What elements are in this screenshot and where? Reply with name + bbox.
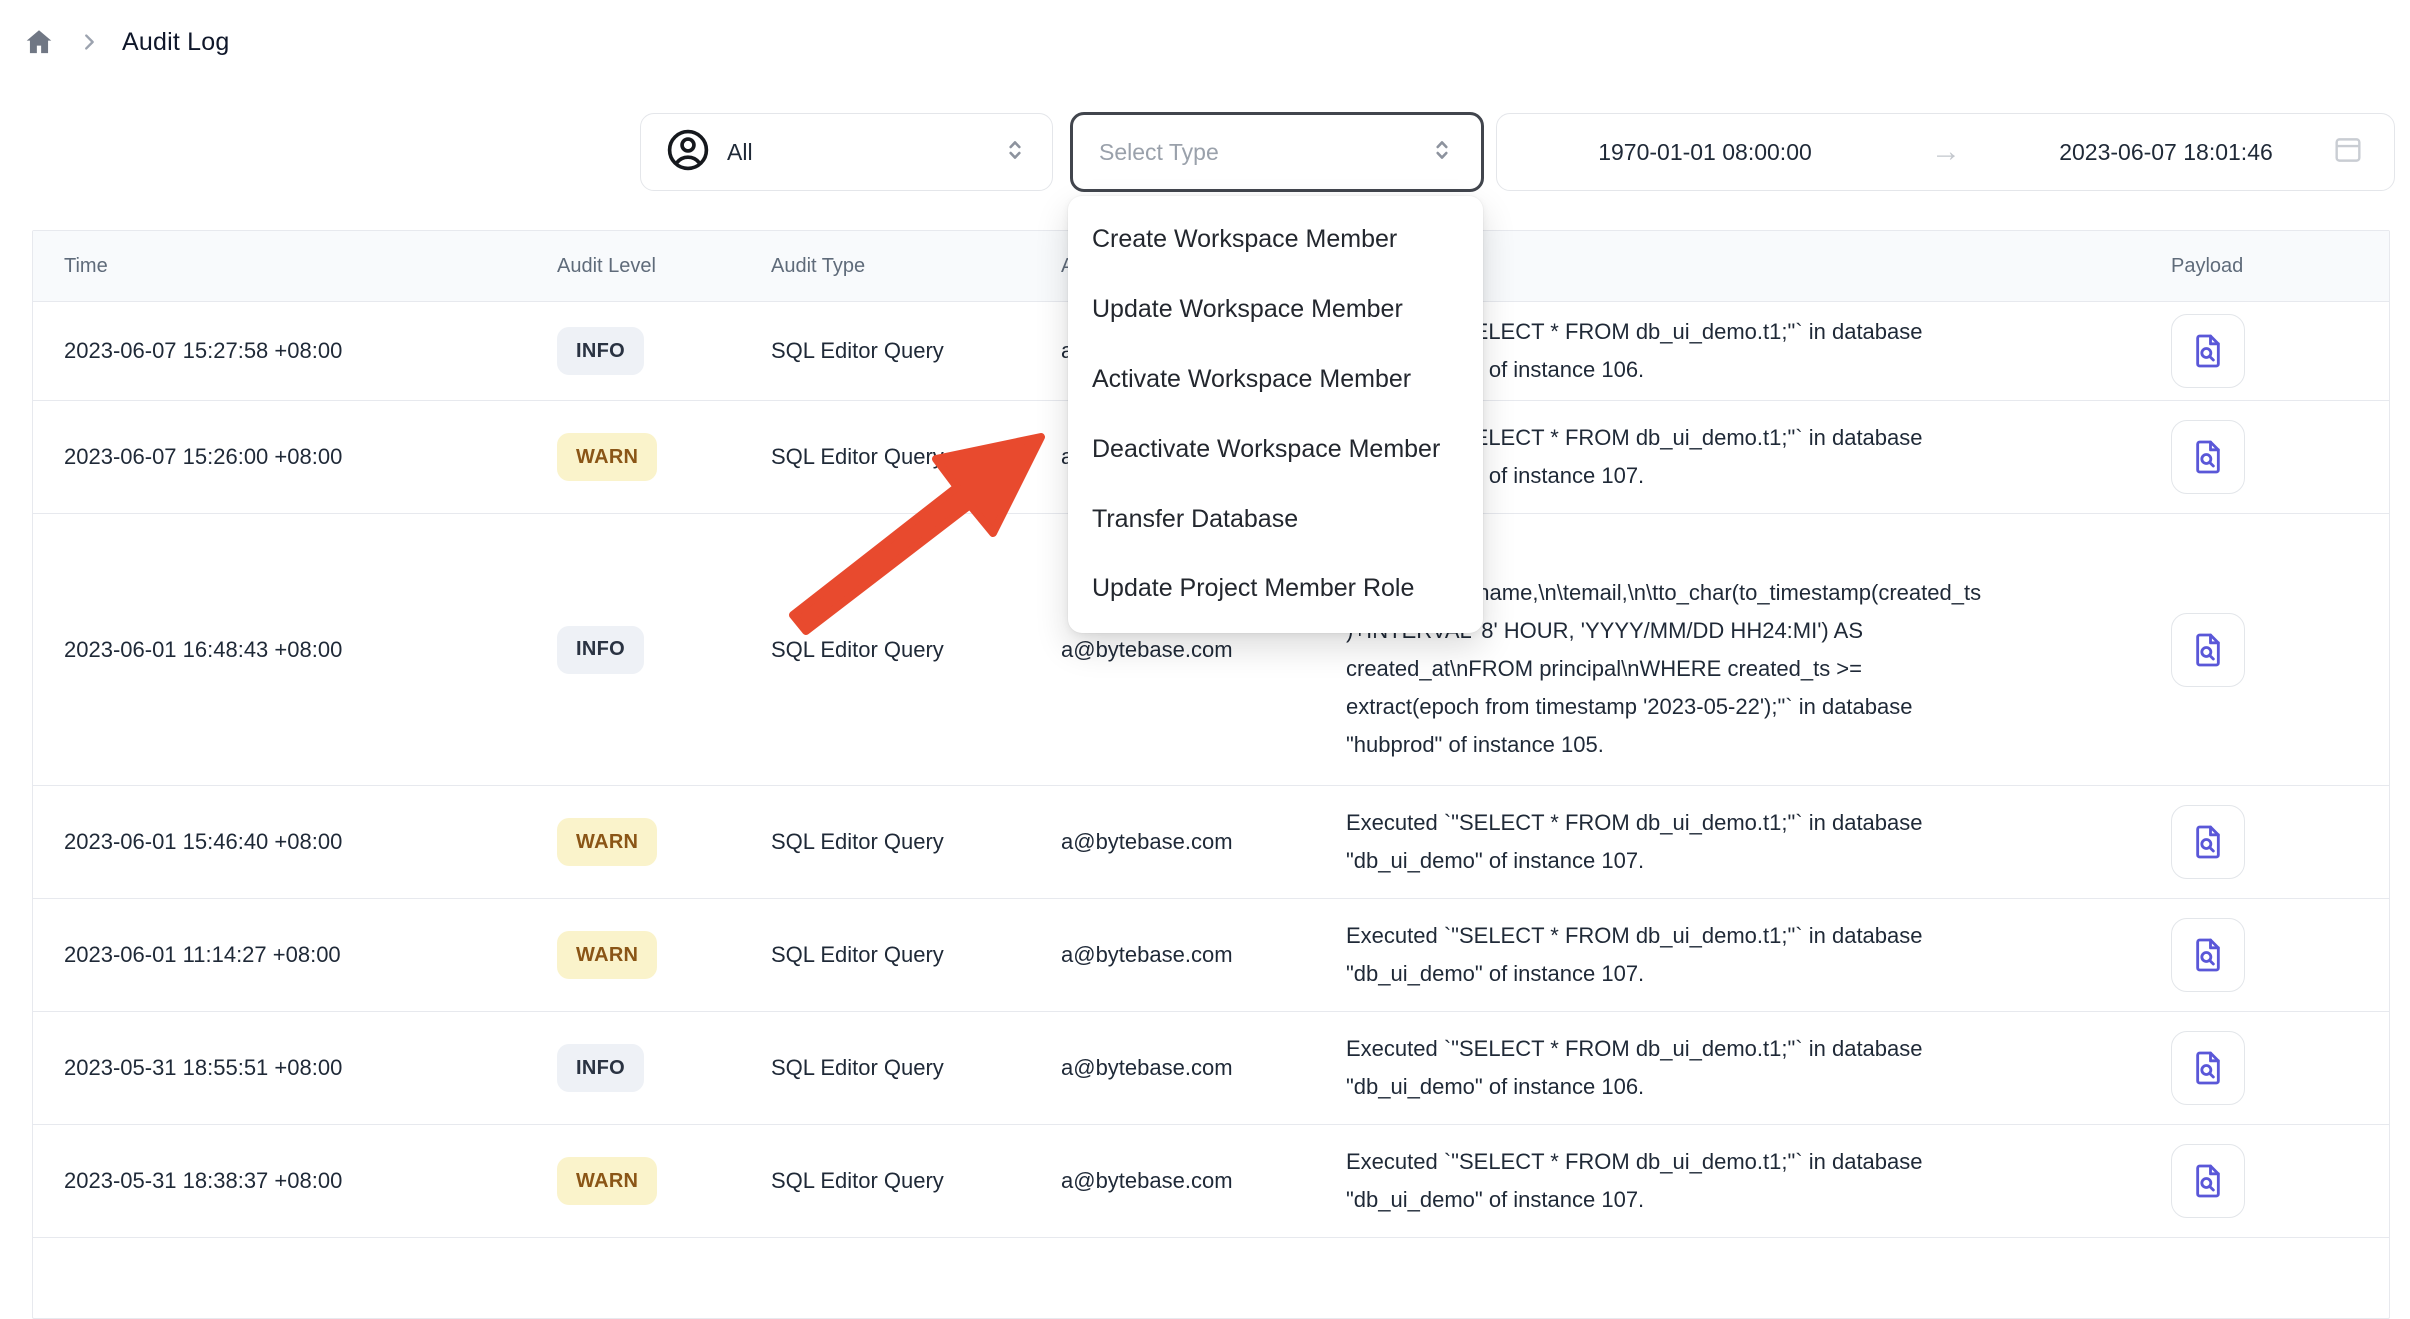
cell-time: 2023-06-07 15:27:58 +08:00 <box>33 338 551 364</box>
file-search-icon <box>2188 436 2228 478</box>
cell-type: SQL Editor Query <box>766 338 1056 364</box>
cell-level: WARN <box>551 818 766 866</box>
range-arrow-icon: → <box>1891 135 2001 169</box>
filter-bar: All Select Type 1970-01-01 08:00:00 → 20… <box>0 112 2410 192</box>
cell-comment: Executed `"SELECT * FROM db_ui_demo.t1;"… <box>1341 1030 1991 1106</box>
cell-payload <box>2141 420 2389 494</box>
file-search-icon <box>2188 1047 2228 1089</box>
date-range-start[interactable]: 1970-01-01 08:00:00 <box>1519 139 1891 166</box>
cell-actor: a@bytebase.com <box>1056 637 1341 663</box>
view-payload-button[interactable] <box>2171 1144 2245 1218</box>
cell-level: WARN <box>551 433 766 481</box>
cell-level: INFO <box>551 327 766 375</box>
home-icon[interactable] <box>22 26 56 58</box>
chevron-updown-icon <box>1002 135 1028 170</box>
audit-level-badge: WARN <box>557 818 657 866</box>
date-range-end[interactable]: 2023-06-07 18:01:46 <box>2001 139 2331 166</box>
file-search-icon <box>2188 821 2228 863</box>
cell-payload <box>2141 314 2389 388</box>
cell-type: SQL Editor Query <box>766 829 1056 855</box>
view-payload-button[interactable] <box>2171 918 2245 992</box>
actor-filter-select[interactable]: All <box>640 113 1053 191</box>
chevron-updown-icon <box>1429 135 1455 170</box>
cell-actor: a@bytebase.com <box>1056 1055 1341 1081</box>
cell-actor: a@bytebase.com <box>1056 829 1341 855</box>
table-row: 2023-05-31 18:38:37 +08:00 WARN SQL Edit… <box>33 1125 2389 1238</box>
cell-payload <box>2141 805 2389 879</box>
page-title: Audit Log <box>122 28 229 57</box>
calendar-icon <box>2331 133 2365 172</box>
cell-actor: a@bytebase.com <box>1056 1168 1341 1194</box>
cell-comment: Executed `"SELECT * FROM db_ui_demo.t1;"… <box>1341 917 1991 993</box>
cell-actor: a@bytebase.com <box>1056 942 1341 968</box>
cell-comment: Executed `"SELECT * FROM db_ui_demo.t1;"… <box>1341 1143 1991 1219</box>
date-range-picker[interactable]: 1970-01-01 08:00:00 → 2023-06-07 18:01:4… <box>1496 113 2395 191</box>
type-option[interactable]: Update Workspace Member <box>1068 275 1483 345</box>
table-row: 2023-05-31 18:55:51 +08:00 INFO SQL Edit… <box>33 1012 2389 1125</box>
type-filter-placeholder: Select Type <box>1099 139 1429 166</box>
cell-time: 2023-05-31 18:38:37 +08:00 <box>33 1168 551 1194</box>
user-circle-icon <box>665 127 711 178</box>
table-row: 2023-06-01 11:14:27 +08:00 WARN SQL Edit… <box>33 899 2389 1012</box>
cell-time: 2023-06-07 15:26:00 +08:00 <box>33 444 551 470</box>
view-payload-button[interactable] <box>2171 805 2245 879</box>
cell-level: WARN <box>551 931 766 979</box>
col-header-level: Audit Level <box>551 255 766 278</box>
cell-type: SQL Editor Query <box>766 1168 1056 1194</box>
view-payload-button[interactable] <box>2171 613 2245 687</box>
file-search-icon <box>2188 629 2228 671</box>
cell-type: SQL Editor Query <box>766 942 1056 968</box>
cell-time: 2023-05-31 18:55:51 +08:00 <box>33 1055 551 1081</box>
type-option[interactable]: Deactivate Workspace Member <box>1068 414 1483 484</box>
cell-level: WARN <box>551 1157 766 1205</box>
type-option[interactable]: Activate Workspace Member <box>1068 345 1483 415</box>
view-payload-button[interactable] <box>2171 1031 2245 1105</box>
cell-time: 2023-06-01 16:48:43 +08:00 <box>33 637 551 663</box>
col-header-payload: Payload <box>2141 255 2389 278</box>
view-payload-button[interactable] <box>2171 420 2245 494</box>
audit-level-badge: INFO <box>557 327 644 375</box>
col-header-time: Time <box>33 255 551 278</box>
cell-type: SQL Editor Query <box>766 444 1056 470</box>
cell-payload <box>2141 1031 2389 1105</box>
view-payload-button[interactable] <box>2171 314 2245 388</box>
type-filter-select[interactable]: Select Type <box>1070 112 1484 192</box>
audit-level-badge: INFO <box>557 626 644 674</box>
actor-filter-value: All <box>727 139 986 166</box>
cell-payload <box>2141 918 2389 992</box>
file-search-icon <box>2188 1160 2228 1202</box>
table-row <box>33 1238 2389 1318</box>
cell-level: INFO <box>551 1044 766 1092</box>
type-option[interactable]: Update Project Member Role <box>1068 554 1483 624</box>
cell-time: 2023-06-01 15:46:40 +08:00 <box>33 829 551 855</box>
type-select-dropdown: Create Workspace MemberUpdate Workspace … <box>1068 196 1483 633</box>
cell-payload <box>2141 613 2389 687</box>
cell-level: INFO <box>551 626 766 674</box>
cell-type: SQL Editor Query <box>766 637 1056 663</box>
cell-type: SQL Editor Query <box>766 1055 1056 1081</box>
type-option[interactable]: Create Workspace Member <box>1068 205 1483 275</box>
audit-level-badge: INFO <box>557 1044 644 1092</box>
type-option[interactable]: Transfer Database <box>1068 484 1483 554</box>
cell-payload <box>2141 1144 2389 1218</box>
file-search-icon <box>2188 330 2228 372</box>
audit-level-badge: WARN <box>557 1157 657 1205</box>
audit-level-badge: WARN <box>557 433 657 481</box>
audit-level-badge: WARN <box>557 931 657 979</box>
table-row: 2023-06-01 15:46:40 +08:00 WARN SQL Edit… <box>33 786 2389 899</box>
breadcrumb: Audit Log <box>22 26 229 58</box>
cell-comment: Executed `"SELECT * FROM db_ui_demo.t1;"… <box>1341 804 1991 880</box>
col-header-type: Audit Type <box>766 255 1056 278</box>
cell-time: 2023-06-01 11:14:27 +08:00 <box>33 942 551 968</box>
file-search-icon <box>2188 934 2228 976</box>
chevron-right-icon <box>78 31 100 53</box>
